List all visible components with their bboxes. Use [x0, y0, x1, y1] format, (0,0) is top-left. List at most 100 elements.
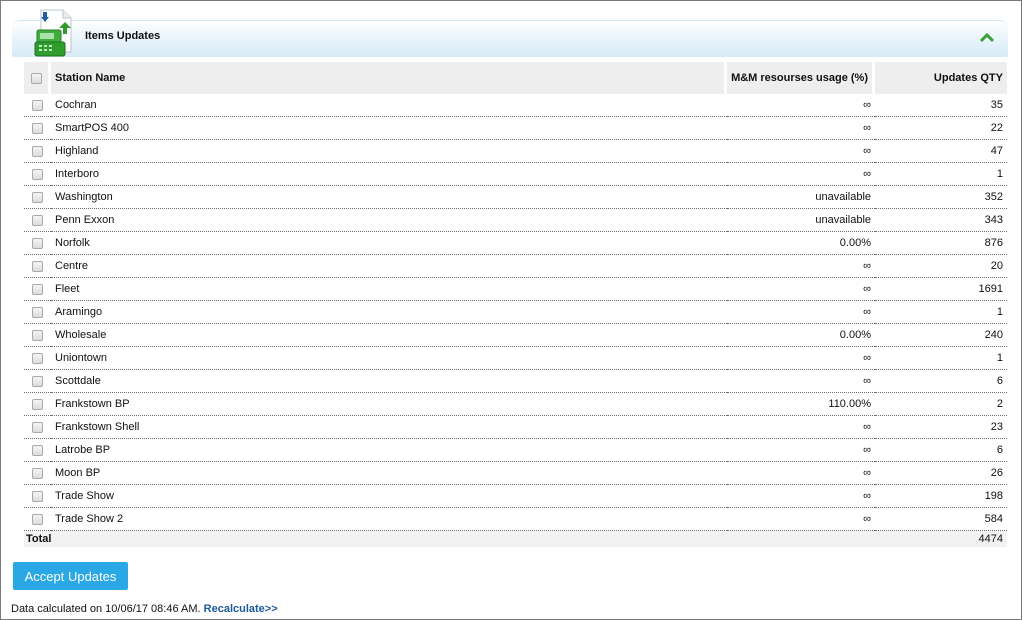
station-name-cell: Highland — [51, 140, 727, 163]
footer-note: Data calculated on 10/06/17 08:46 AM. Re… — [11, 603, 278, 615]
usage-cell: 110.00% — [727, 393, 875, 416]
stations-table: Station Name M&M resourses usage (%) Upd… — [24, 62, 1007, 547]
row-checkbox[interactable] — [32, 260, 43, 272]
updates-qty-cell: 240 — [875, 324, 1007, 347]
row-checkbox[interactable] — [32, 99, 43, 111]
column-header-station[interactable]: Station Name — [51, 62, 727, 94]
row-checkbox[interactable] — [32, 444, 43, 456]
chevron-up-icon[interactable] — [979, 32, 995, 44]
usage-cell: ∞ — [727, 94, 875, 117]
usage-cell: 0.00% — [727, 232, 875, 255]
table-row: Fleet ∞ 1691 — [24, 278, 1007, 301]
table-header-row: Station Name M&M resourses usage (%) Upd… — [24, 62, 1007, 94]
table-row: SmartPOS 400 ∞ 22 — [24, 117, 1007, 140]
station-name-cell: Latrobe BP — [51, 439, 727, 462]
usage-cell: ∞ — [727, 370, 875, 393]
row-select-cell — [24, 186, 51, 209]
updates-qty-cell: 22 — [875, 117, 1007, 140]
updates-qty-cell: 1 — [875, 347, 1007, 370]
updates-qty-cell: 198 — [875, 485, 1007, 508]
updates-qty-cell: 23 — [875, 416, 1007, 439]
accept-updates-button[interactable]: Accept Updates — [13, 562, 128, 590]
usage-cell: unavailable — [727, 209, 875, 232]
row-select-cell — [24, 255, 51, 278]
column-header-qty[interactable]: Updates QTY — [875, 62, 1007, 94]
usage-cell: ∞ — [727, 301, 875, 324]
usage-cell: ∞ — [727, 508, 875, 531]
row-checkbox[interactable] — [32, 191, 43, 203]
table-row: Frankstown Shell ∞ 23 — [24, 416, 1007, 439]
total-label: Total — [24, 531, 727, 547]
column-header-usage[interactable]: M&M resourses usage (%) — [727, 62, 875, 94]
row-select-cell — [24, 117, 51, 140]
station-name-cell: SmartPOS 400 — [51, 117, 727, 140]
row-checkbox[interactable] — [32, 283, 43, 295]
station-name-cell: Wholesale — [51, 324, 727, 347]
updates-qty-cell: 1691 — [875, 278, 1007, 301]
usage-cell: unavailable — [727, 186, 875, 209]
station-name-cell: Scottdale — [51, 370, 727, 393]
usage-cell: ∞ — [727, 416, 875, 439]
row-select-cell — [24, 232, 51, 255]
table-row: Trade Show ∞ 198 — [24, 485, 1007, 508]
updates-qty-cell: 35 — [875, 94, 1007, 117]
updates-qty-cell: 20 — [875, 255, 1007, 278]
row-checkbox[interactable] — [32, 375, 43, 387]
row-checkbox[interactable] — [32, 306, 43, 318]
usage-cell: ∞ — [727, 278, 875, 301]
row-select-cell — [24, 393, 51, 416]
select-all-cell — [24, 62, 51, 94]
row-checkbox[interactable] — [32, 214, 43, 226]
station-name-cell: Moon BP — [51, 462, 727, 485]
row-checkbox[interactable] — [32, 122, 43, 134]
row-select-cell — [24, 462, 51, 485]
usage-cell: ∞ — [727, 255, 875, 278]
usage-cell: ∞ — [727, 163, 875, 186]
row-checkbox[interactable] — [32, 237, 43, 249]
row-select-cell — [24, 439, 51, 462]
station-name-cell: Trade Show 2 — [51, 508, 727, 531]
usage-cell: ∞ — [727, 117, 875, 140]
updates-qty-cell: 2 — [875, 393, 1007, 416]
station-name-cell: Aramingo — [51, 301, 727, 324]
table-row: Trade Show 2 ∞ 584 — [24, 508, 1007, 531]
table-row: Norfolk 0.00% 876 — [24, 232, 1007, 255]
usage-cell: ∞ — [727, 347, 875, 370]
table-row: Washington unavailable 352 — [24, 186, 1007, 209]
station-name-cell: Uniontown — [51, 347, 727, 370]
row-select-cell — [24, 94, 51, 117]
updates-qty-cell: 343 — [875, 209, 1007, 232]
panel-title: Items Updates — [85, 30, 161, 42]
table-row: Penn Exxon unavailable 343 — [24, 209, 1007, 232]
station-name-cell: Norfolk — [51, 232, 727, 255]
row-select-cell — [24, 347, 51, 370]
row-checkbox[interactable] — [32, 168, 43, 180]
panel-header — [12, 20, 1008, 57]
row-select-cell — [24, 485, 51, 508]
updates-qty-cell: 876 — [875, 232, 1007, 255]
table-body: Cochran ∞ 35 SmartPOS 400 ∞ 22 Highland ∞ 47 Inte… — [24, 94, 1007, 531]
row-checkbox[interactable] — [32, 329, 43, 341]
updates-qty-cell: 1 — [875, 163, 1007, 186]
table-row: Uniontown ∞ 1 — [24, 347, 1007, 370]
row-checkbox[interactable] — [32, 352, 43, 364]
row-select-cell — [24, 301, 51, 324]
row-checkbox[interactable] — [32, 490, 43, 502]
recalculate-link[interactable]: Recalculate>> — [204, 603, 278, 615]
select-all-checkbox[interactable] — [30, 72, 42, 84]
row-select-cell — [24, 278, 51, 301]
station-name-cell: Washington — [51, 186, 727, 209]
table-row: Wholesale 0.00% 240 — [24, 324, 1007, 347]
row-checkbox[interactable] — [32, 467, 43, 479]
table-row: Latrobe BP ∞ 6 — [24, 439, 1007, 462]
station-name-cell: Centre — [51, 255, 727, 278]
station-name-cell: Fleet — [51, 278, 727, 301]
table-row: Moon BP ∞ 26 — [24, 462, 1007, 485]
table-row: Frankstown BP 110.00% 2 — [24, 393, 1007, 416]
row-checkbox[interactable] — [32, 421, 43, 433]
row-checkbox[interactable] — [32, 513, 43, 525]
pos-terminal-update-icon — [33, 8, 75, 60]
usage-cell: ∞ — [727, 462, 875, 485]
row-checkbox[interactable] — [32, 145, 43, 157]
row-checkbox[interactable] — [32, 398, 43, 410]
